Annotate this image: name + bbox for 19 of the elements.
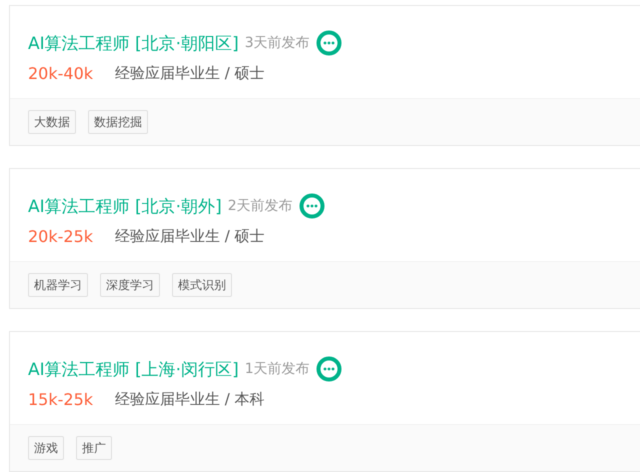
salary: 20k-40k [28,64,94,82]
job-tag[interactable]: 深度学习 [100,273,160,297]
salary: 15k-25k [28,390,94,408]
job-tag[interactable]: 推广 [76,436,112,460]
job-tag[interactable]: 机器学习 [28,273,88,297]
chat-icon[interactable] [298,193,325,219]
posted-time: 2天前发布 [228,197,293,215]
requirements: 经验应届毕业生 / 硕士 [115,226,265,246]
job-tag[interactable]: 数据挖掘 [88,110,148,134]
job-tag[interactable]: 模式识别 [172,273,232,297]
job-tag[interactable]: 游戏 [28,436,64,460]
salary: 20k-25k [28,226,94,246]
requirements: 经验应届毕业生 / 本科 [115,390,265,408]
chat-icon[interactable] [316,30,342,56]
posted-time: 3天前发布 [244,34,310,52]
posted-time: 1天前发布 [244,360,310,378]
job-tag[interactable]: 大数据 [28,110,76,134]
chat-icon[interactable] [316,356,342,382]
requirements: 经验应届毕业生 / 硕士 [115,64,265,82]
